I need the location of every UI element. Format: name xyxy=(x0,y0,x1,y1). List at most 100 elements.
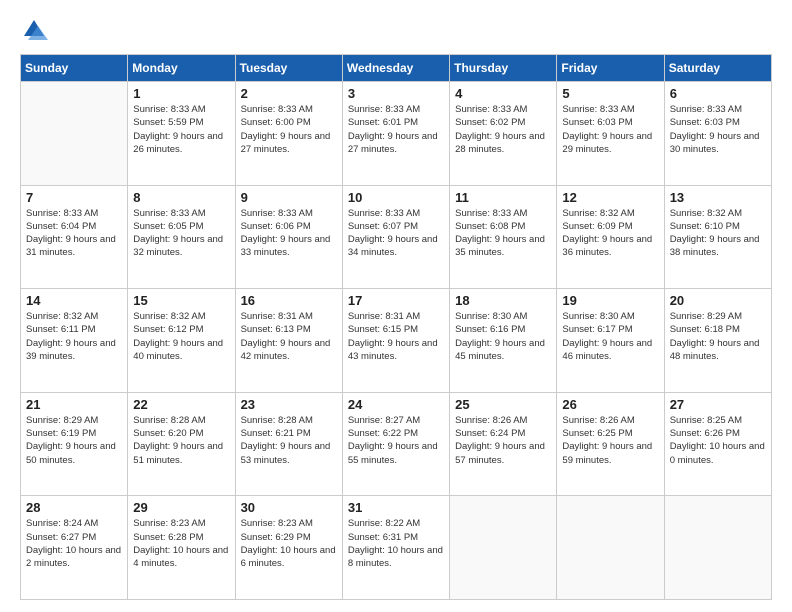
logo xyxy=(20,16,50,44)
cell-4-5: 25 Sunrise: 8:26 AMSunset: 6:24 PMDayligh… xyxy=(450,392,557,496)
cell-2-7: 13Sunrise: 8:32 AMSunset: 6:10 PMDayligh… xyxy=(664,185,771,289)
day-header-monday: Monday xyxy=(128,55,235,82)
cell-info: Sunrise: 8:26 AMSunset: 6:24 PMDaylight:… xyxy=(455,414,551,467)
cell-day-number: 14 xyxy=(26,293,122,308)
cell-day-number: 9 xyxy=(241,190,337,205)
cell-5-1: 28Sunrise: 8:24 AMSunset: 6:27 PMDayligh… xyxy=(21,496,128,600)
cell-day-number: 19 xyxy=(562,293,658,308)
cell-info: Sunrise: 8:30 AMSunset: 6:17 PMDaylight:… xyxy=(562,310,658,363)
cell-info: Sunrise: 8:33 AMSunset: 6:08 PMDaylight:… xyxy=(455,207,551,260)
cell-day-number: 29 xyxy=(133,500,229,515)
cell-day-number: 1 xyxy=(133,86,229,101)
cell-4-2: 22 Sunrise: 8:28 AMSunset: 6:20 PMDayligh… xyxy=(128,392,235,496)
cell-day-number: 15 xyxy=(133,293,229,308)
cell-3-2: 15 Sunrise: 8:32 AMSunset: 6:12 PMDayligh… xyxy=(128,289,235,393)
cell-4-4: 24 Sunrise: 8:27 AMSunset: 6:22 PMDayligh… xyxy=(342,392,449,496)
cell-day-number: 10 xyxy=(348,190,444,205)
cell-3-6: 19 Sunrise: 8:30 AMSunset: 6:17 PMDayligh… xyxy=(557,289,664,393)
cell-info: Sunrise: 8:29 AMSunset: 6:18 PMDaylight:… xyxy=(670,310,766,363)
page: SundayMondayTuesdayWednesdayThursdayFrid… xyxy=(0,0,792,612)
cell-day-number: 24 xyxy=(348,397,444,412)
cell-info: Sunrise: 8:29 AMSunset: 6:19 PMDaylight:… xyxy=(26,414,122,467)
cell-day-number: 22 xyxy=(133,397,229,412)
cell-3-7: 20 Sunrise: 8:29 AMSunset: 6:18 PMDayligh… xyxy=(664,289,771,393)
cell-day-number: 11 xyxy=(455,190,551,205)
cell-info: Sunrise: 8:25 AMSunset: 6:26 PMDaylight:… xyxy=(670,414,766,467)
days-header-row: SundayMondayTuesdayWednesdayThursdayFrid… xyxy=(21,55,772,82)
cell-info: Sunrise: 8:27 AMSunset: 6:22 PMDaylight:… xyxy=(348,414,444,467)
day-header-saturday: Saturday xyxy=(664,55,771,82)
cell-day-number: 7 xyxy=(26,190,122,205)
cell-info: Sunrise: 8:33 AMSunset: 6:03 PMDaylight:… xyxy=(670,103,766,156)
cell-2-1: 7 Sunrise: 8:33 AMSunset: 6:04 PMDaylight… xyxy=(21,185,128,289)
cell-day-number: 12 xyxy=(562,190,658,205)
cell-day-number: 4 xyxy=(455,86,551,101)
cell-day-number: 17 xyxy=(348,293,444,308)
cell-5-2: 29 Sunrise: 8:23 AMSunset: 6:28 PMDayligh… xyxy=(128,496,235,600)
cell-1-7: 6Sunrise: 8:33 AMSunset: 6:03 PMDaylight… xyxy=(664,82,771,186)
cell-2-4: 10 Sunrise: 8:33 AMSunset: 6:07 PMDayligh… xyxy=(342,185,449,289)
cell-2-2: 8 Sunrise: 8:33 AMSunset: 6:05 PMDaylight… xyxy=(128,185,235,289)
cell-info: Sunrise: 8:32 AMSunset: 6:12 PMDaylight:… xyxy=(133,310,229,363)
cell-4-1: 21Sunrise: 8:29 AMSunset: 6:19 PMDayligh… xyxy=(21,392,128,496)
cell-day-number: 20 xyxy=(670,293,766,308)
cell-info: Sunrise: 8:33 AMSunset: 6:07 PMDaylight:… xyxy=(348,207,444,260)
cell-1-1 xyxy=(21,82,128,186)
cell-2-3: 9 Sunrise: 8:33 AMSunset: 6:06 PMDaylight… xyxy=(235,185,342,289)
cell-5-6 xyxy=(557,496,664,600)
cell-day-number: 31 xyxy=(348,500,444,515)
cell-1-2: 1 Sunrise: 8:33 AMSunset: 5:59 PMDaylight… xyxy=(128,82,235,186)
cell-day-number: 2 xyxy=(241,86,337,101)
day-header-sunday: Sunday xyxy=(21,55,128,82)
logo-icon xyxy=(20,16,48,44)
cell-info: Sunrise: 8:22 AMSunset: 6:31 PMDaylight:… xyxy=(348,517,444,570)
cell-day-number: 16 xyxy=(241,293,337,308)
cell-1-5: 4 Sunrise: 8:33 AMSunset: 6:02 PMDaylight… xyxy=(450,82,557,186)
cell-2-6: 12 Sunrise: 8:32 AMSunset: 6:09 PMDayligh… xyxy=(557,185,664,289)
cell-info: Sunrise: 8:32 AMSunset: 6:09 PMDaylight:… xyxy=(562,207,658,260)
week-row-2: 7 Sunrise: 8:33 AMSunset: 6:04 PMDaylight… xyxy=(21,185,772,289)
cell-info: Sunrise: 8:32 AMSunset: 6:11 PMDaylight:… xyxy=(26,310,122,363)
cell-info: Sunrise: 8:33 AMSunset: 6:04 PMDaylight:… xyxy=(26,207,122,260)
cell-5-5 xyxy=(450,496,557,600)
day-header-friday: Friday xyxy=(557,55,664,82)
cell-info: Sunrise: 8:28 AMSunset: 6:21 PMDaylight:… xyxy=(241,414,337,467)
cell-info: Sunrise: 8:23 AMSunset: 6:28 PMDaylight:… xyxy=(133,517,229,570)
cell-1-6: 5Sunrise: 8:33 AMSunset: 6:03 PMDaylight… xyxy=(557,82,664,186)
cell-info: Sunrise: 8:30 AMSunset: 6:16 PMDaylight:… xyxy=(455,310,551,363)
cell-day-number: 18 xyxy=(455,293,551,308)
week-row-4: 21Sunrise: 8:29 AMSunset: 6:19 PMDayligh… xyxy=(21,392,772,496)
cell-info: Sunrise: 8:33 AMSunset: 6:05 PMDaylight:… xyxy=(133,207,229,260)
week-row-3: 14 Sunrise: 8:32 AMSunset: 6:11 PMDayligh… xyxy=(21,289,772,393)
cell-day-number: 8 xyxy=(133,190,229,205)
cell-5-4: 31 Sunrise: 8:22 AMSunset: 6:31 PMDayligh… xyxy=(342,496,449,600)
cell-info: Sunrise: 8:28 AMSunset: 6:20 PMDaylight:… xyxy=(133,414,229,467)
cell-day-number: 27 xyxy=(670,397,766,412)
cell-3-1: 14 Sunrise: 8:32 AMSunset: 6:11 PMDayligh… xyxy=(21,289,128,393)
cell-day-number: 13 xyxy=(670,190,766,205)
cell-5-3: 30Sunrise: 8:23 AMSunset: 6:29 PMDayligh… xyxy=(235,496,342,600)
day-header-thursday: Thursday xyxy=(450,55,557,82)
cell-day-number: 23 xyxy=(241,397,337,412)
cell-day-number: 26 xyxy=(562,397,658,412)
cell-day-number: 3 xyxy=(348,86,444,101)
cell-3-5: 18 Sunrise: 8:30 AMSunset: 6:16 PMDayligh… xyxy=(450,289,557,393)
cell-info: Sunrise: 8:33 AMSunset: 6:03 PMDaylight:… xyxy=(562,103,658,156)
cell-2-5: 11 Sunrise: 8:33 AMSunset: 6:08 PMDayligh… xyxy=(450,185,557,289)
day-header-tuesday: Tuesday xyxy=(235,55,342,82)
cell-day-number: 28 xyxy=(26,500,122,515)
week-row-5: 28Sunrise: 8:24 AMSunset: 6:27 PMDayligh… xyxy=(21,496,772,600)
calendar-table: SundayMondayTuesdayWednesdayThursdayFrid… xyxy=(20,54,772,600)
cell-info: Sunrise: 8:33 AMSunset: 6:06 PMDaylight:… xyxy=(241,207,337,260)
cell-day-number: 25 xyxy=(455,397,551,412)
cell-3-4: 17 Sunrise: 8:31 AMSunset: 6:15 PMDayligh… xyxy=(342,289,449,393)
cell-info: Sunrise: 8:33 AMSunset: 6:02 PMDaylight:… xyxy=(455,103,551,156)
cell-4-7: 27 Sunrise: 8:25 AMSunset: 6:26 PMDayligh… xyxy=(664,392,771,496)
cell-1-3: 2Sunrise: 8:33 AMSunset: 6:00 PMDaylight… xyxy=(235,82,342,186)
cell-5-7 xyxy=(664,496,771,600)
cell-info: Sunrise: 8:33 AMSunset: 5:59 PMDaylight:… xyxy=(133,103,229,156)
cell-info: Sunrise: 8:23 AMSunset: 6:29 PMDaylight:… xyxy=(241,517,337,570)
cell-info: Sunrise: 8:31 AMSunset: 6:15 PMDaylight:… xyxy=(348,310,444,363)
day-header-wednesday: Wednesday xyxy=(342,55,449,82)
cell-3-3: 16Sunrise: 8:31 AMSunset: 6:13 PMDayligh… xyxy=(235,289,342,393)
